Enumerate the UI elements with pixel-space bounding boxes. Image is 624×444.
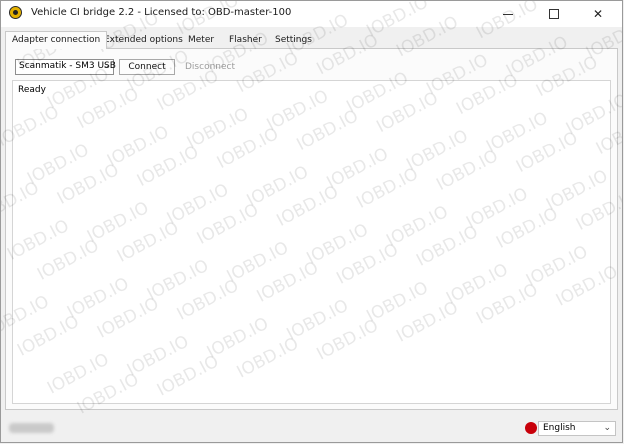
app-logo-icon: [9, 6, 22, 19]
minimize-button[interactable]: [486, 1, 530, 27]
adapter-select-value: Scanmatik - SM3 USB: [19, 61, 116, 71]
tab-meter[interactable]: Meter: [182, 33, 220, 48]
tab-flasher[interactable]: Flasher: [223, 33, 268, 48]
log-output[interactable]: Ready: [12, 80, 611, 404]
language-select-value: English: [543, 423, 576, 433]
log-status-text: Ready: [18, 85, 46, 95]
adapter-select[interactable]: Scanmatik - SM3 USB ⌄: [15, 59, 116, 75]
maximize-button[interactable]: [532, 1, 576, 27]
chevron-down-icon: ⌄: [603, 423, 611, 433]
chevron-down-icon: ⌄: [102, 61, 110, 71]
tab-settings[interactable]: Settings: [269, 33, 318, 48]
close-icon: ✕: [592, 7, 604, 21]
tab-adapter-connection[interactable]: Adapter connection: [5, 31, 108, 49]
tab-extended-options[interactable]: Extended options: [98, 33, 189, 48]
window-title: Vehicle CI bridge 2.2 - Licensed to: OBD…: [31, 7, 292, 18]
minimize-icon: [503, 13, 513, 15]
connect-button[interactable]: Connect: [119, 59, 175, 75]
maximize-icon: [549, 9, 559, 19]
close-button[interactable]: ✕: [576, 1, 620, 27]
adapter-connection-panel: Scanmatik - SM3 USB ⌄ Connect Disconnect…: [5, 48, 618, 410]
language-select[interactable]: English ⌄: [538, 421, 616, 436]
disconnect-button[interactable]: Disconnect: [181, 59, 239, 75]
status-bar: English ⌄: [1, 414, 622, 442]
app-window: Vehicle CI bridge 2.2 - Licensed to: OBD…: [0, 0, 623, 443]
redacted-status-text: [9, 423, 54, 433]
title-bar[interactable]: Vehicle CI bridge 2.2 - Licensed to: OBD…: [1, 1, 622, 27]
connection-status-icon: [525, 422, 537, 434]
